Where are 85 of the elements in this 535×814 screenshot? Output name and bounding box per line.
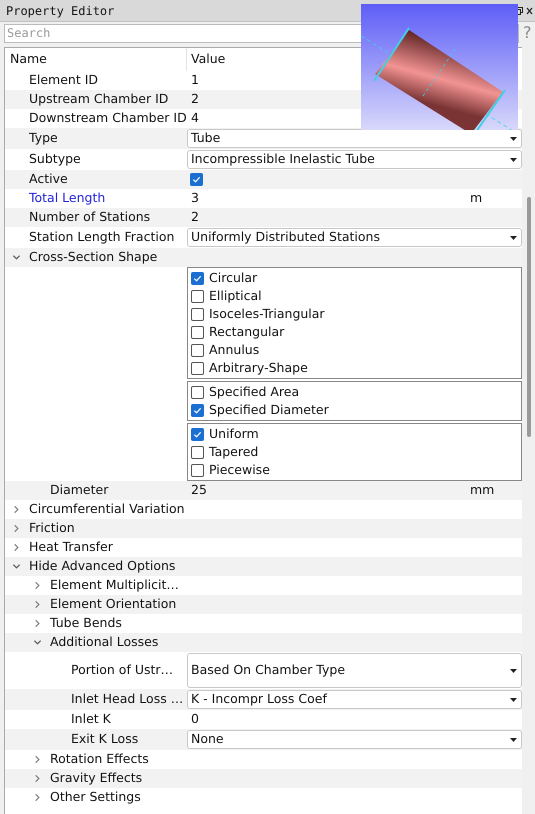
chevron-down-icon[interactable] <box>33 638 42 647</box>
group-label[interactable]: Heat Transfer <box>29 538 113 557</box>
group-label[interactable]: Tube Bends <box>50 614 122 633</box>
dropdown-arrow-icon <box>510 236 517 240</box>
property-value[interactable]: 2 <box>191 208 199 227</box>
property-label: Element ID <box>29 71 98 90</box>
group-label[interactable]: Friction <box>29 519 75 538</box>
option-label[interactable]: Isoceles-Triangular <box>209 304 325 324</box>
chevron-right-icon[interactable] <box>33 755 42 764</box>
checkbox[interactable] <box>191 464 204 476</box>
checked-checkbox[interactable] <box>191 428 204 440</box>
property-label: Downstream Chamber ID <box>29 109 187 128</box>
checkbox[interactable] <box>191 290 204 302</box>
option-label[interactable]: Elliptical <box>209 286 262 306</box>
check-icon <box>193 430 202 438</box>
option-label[interactable]: Piecewise <box>209 460 270 480</box>
dropdown-arrow-icon <box>510 668 517 672</box>
chevron-down-icon[interactable] <box>12 562 21 571</box>
dropdown[interactable]: None <box>187 730 522 749</box>
option-label[interactable]: Uniform <box>209 424 259 444</box>
chevron-right-icon[interactable] <box>33 581 42 590</box>
property-value[interactable]: 1 <box>191 71 199 90</box>
dropdown[interactable]: Uniformly Distributed Stations <box>187 228 522 247</box>
group-label[interactable]: Gravity Effects <box>50 769 142 788</box>
check-icon <box>192 175 201 184</box>
unit-label: m <box>470 189 484 208</box>
property-label: Exit K Loss <box>71 730 138 748</box>
chevron-right-icon[interactable] <box>33 774 42 783</box>
property-value[interactable]: 2 <box>191 90 199 109</box>
checkbox[interactable] <box>191 362 204 374</box>
group-label[interactable]: Other Settings <box>50 788 141 807</box>
dropdown[interactable]: Tube <box>187 129 522 148</box>
property-label: Type <box>29 129 58 148</box>
property-label: Number of Stations <box>29 208 150 226</box>
checked-checkbox[interactable] <box>191 272 204 284</box>
check-icon <box>193 274 202 282</box>
property-label: Upstream Chamber ID <box>29 90 168 108</box>
unit-label: mm <box>470 481 496 500</box>
dropdown-arrow-icon <box>510 698 517 702</box>
chevron-down-icon[interactable] <box>12 253 21 262</box>
checkbox[interactable] <box>191 344 204 356</box>
property-label: Active <box>29 170 68 188</box>
chevron-right-icon[interactable] <box>12 524 21 533</box>
chevron-right-icon[interactable] <box>12 543 21 552</box>
property-label: Subtype <box>29 150 81 168</box>
dropdown[interactable]: Incompressible Inelastic Tube <box>187 150 522 169</box>
option-label[interactable]: Specified Diameter <box>209 400 329 420</box>
group-label[interactable]: Element Multiplicit… <box>50 576 179 595</box>
property-label: Inlet K <box>71 710 111 728</box>
chevron-right-icon[interactable] <box>33 600 42 609</box>
option-label[interactable]: Arbitrary-Shape <box>209 358 308 378</box>
check-icon <box>193 406 202 414</box>
option-label[interactable]: Tapered <box>209 442 258 462</box>
dropdown[interactable]: Based On Chamber Type <box>187 653 522 688</box>
chevron-right-icon[interactable] <box>33 793 42 802</box>
chevron-right-icon[interactable] <box>12 505 21 514</box>
property-label: Station Length Fraction <box>29 228 174 246</box>
checked-checkbox[interactable] <box>191 404 204 416</box>
group-label[interactable]: Rotation Effects <box>50 750 149 769</box>
checked-checkbox[interactable] <box>190 173 203 186</box>
column-header[interactable]: Value <box>187 50 226 69</box>
property-label: Inlet Head Loss … <box>71 690 184 708</box>
option-label[interactable]: Specified Area <box>209 382 300 402</box>
property-label: Total Length <box>29 189 106 208</box>
checkbox[interactable] <box>191 308 204 320</box>
dropdown-arrow-icon <box>510 158 517 162</box>
chevron-right-icon[interactable] <box>33 619 42 628</box>
property-label: Diameter <box>50 481 108 500</box>
option-label[interactable]: Rectangular <box>209 322 284 342</box>
property-value[interactable]: 0 <box>191 710 199 729</box>
dropdown-arrow-icon <box>510 738 517 742</box>
option-label[interactable]: Circular <box>209 268 258 288</box>
dropdown[interactable]: K - Incompr Loss Coef <box>187 690 522 709</box>
property-value[interactable]: 25 <box>191 481 207 500</box>
checkbox[interactable] <box>191 326 204 338</box>
dropdown-arrow-icon <box>510 136 517 140</box>
property-value[interactable]: 4 <box>191 109 199 128</box>
property-value[interactable]: 3 <box>191 189 199 208</box>
close-icon[interactable] <box>526 6 533 14</box>
window-title: Property Editor <box>6 2 114 20</box>
property-label: Portion of Ustr… <box>71 661 174 680</box>
checkbox[interactable] <box>191 386 204 398</box>
checkbox[interactable] <box>191 446 204 458</box>
group-label[interactable]: Circumferential Variation <box>29 500 185 519</box>
option-label[interactable]: Annulus <box>209 340 260 360</box>
